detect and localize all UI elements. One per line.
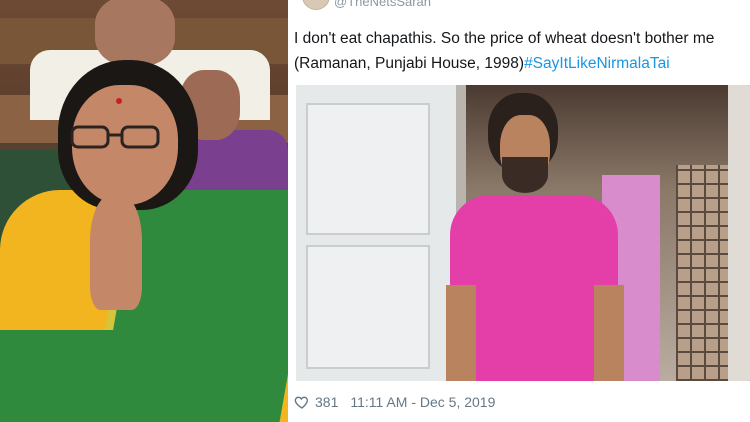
door-panel (306, 103, 430, 235)
left-photo (0, 0, 288, 422)
tweet-media-image[interactable] (296, 85, 750, 381)
door-panel (306, 245, 430, 369)
heart-outline-icon[interactable] (294, 394, 310, 410)
like-count: 381 (315, 394, 339, 410)
man-beard (502, 157, 548, 193)
tweet-text: I don't eat chapathis. So the price of w… (294, 26, 750, 76)
tweet-citation: (Ramanan, Punjabi House, 1998) (294, 55, 525, 72)
timestamp[interactable]: 11:11 AM - Dec 5, 2019 (350, 394, 495, 410)
tweet-card: @TheNetsSarah I don't eat chapathis. So … (288, 0, 750, 422)
bindi (116, 98, 122, 104)
wall-strip (728, 85, 750, 381)
woman-saree (0, 330, 120, 422)
background-person-face (95, 0, 175, 66)
tweet-text-line: (Ramanan, Punjabi House, 1998)#SayItLike… (294, 51, 750, 76)
man-arm (594, 285, 624, 381)
tweet-text-line: I don't eat chapathis. So the price of w… (294, 30, 715, 47)
hashtag-link[interactable]: #SayItLikeNirmalaTai (524, 55, 670, 72)
avatar[interactable] (302, 0, 330, 10)
tweet-footer: 381 11:11 AM - Dec 5, 2019 (294, 394, 495, 410)
folded-hands (90, 195, 142, 310)
man-arm (446, 285, 476, 381)
user-handle[interactable]: @TheNetsSarah (334, 0, 431, 9)
glasses-icon (70, 125, 160, 149)
